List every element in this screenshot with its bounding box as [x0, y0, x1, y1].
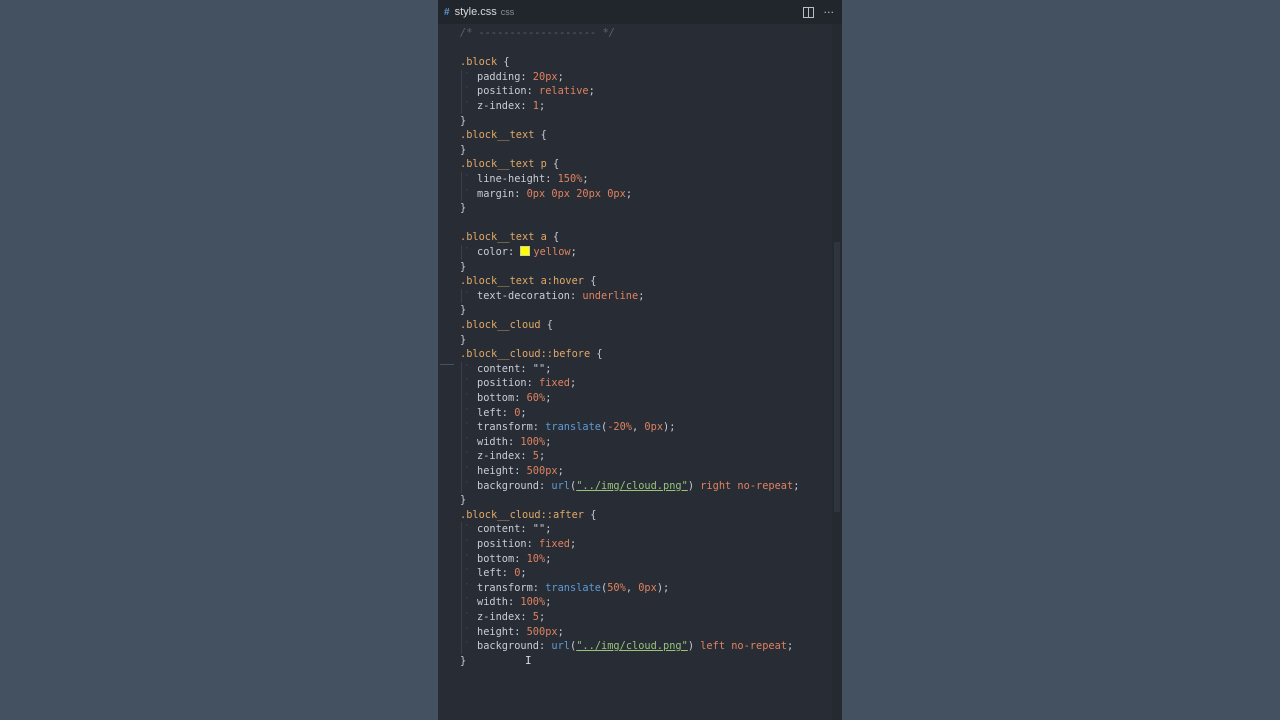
code-editor[interactable]: # style.css css ··· /* -----------------… [438, 0, 842, 720]
code-line: text-decoration: underline; [477, 289, 645, 302]
code-line: margin: 0px 0px 20px 0px; [477, 187, 633, 200]
code-line: } [460, 143, 467, 156]
code-line: z-index: 5; [477, 450, 546, 463]
code-line: } [460, 654, 467, 667]
code-line: position: fixed; [477, 377, 577, 390]
indent-guide [461, 83, 470, 99]
scrollbar-thumb[interactable] [834, 242, 840, 512]
vertical-scrollbar[interactable] [832, 24, 842, 720]
code-line: color: yellow; [477, 246, 577, 258]
indent-guide [461, 98, 470, 114]
indent-guide [461, 536, 470, 552]
indent-guide [461, 186, 470, 202]
indent-guide [461, 638, 470, 654]
indent-guide [461, 419, 470, 435]
code-line: line-height: 150%; [477, 173, 589, 185]
indent-guide [461, 580, 470, 596]
indent-guide [461, 624, 470, 640]
code-line: transform: translate(-20%, 0px); [477, 421, 676, 434]
code-line: height: 500px; [477, 465, 564, 477]
code-line: background: url("../img/cloud.png") righ… [477, 479, 800, 492]
indent-guide [461, 565, 470, 581]
indent-guide [461, 361, 470, 377]
code-line: /* ------------------- */ [460, 27, 615, 39]
indent-guide [461, 405, 470, 421]
code-line: left: 0; [477, 406, 527, 419]
code-line: .block { [460, 56, 510, 69]
indent-guide [461, 288, 470, 304]
code-line: transform: translate(50%, 0px); [477, 581, 670, 594]
code-line: position: fixed; [477, 538, 577, 550]
indent-guide [461, 551, 470, 567]
split-editor-icon[interactable] [802, 6, 814, 18]
code-line: padding: 20px; [477, 70, 564, 83]
code-line: .block__text { [460, 129, 547, 142]
indent-guide [461, 69, 470, 85]
more-actions-icon[interactable]: ··· [824, 6, 835, 19]
code-line: } [460, 494, 467, 507]
indent-guide [461, 478, 470, 494]
code-line: .block__text a { [460, 231, 560, 244]
code-line: bottom: 60%; [477, 392, 552, 404]
color-swatch[interactable] [520, 246, 531, 256]
code-line: } [460, 202, 467, 215]
tab-filename: style.css [454, 6, 497, 18]
code-line: z-index: 5; [477, 611, 546, 623]
text-cursor-icon: I [525, 654, 532, 667]
code-line: content: ""; [477, 523, 552, 536]
code-line: width: 100%; [477, 596, 552, 609]
code-line: background: url("../img/cloud.png") left… [477, 640, 794, 653]
css-file-icon: # [444, 6, 450, 18]
indent-guide [461, 463, 470, 479]
indent-guide [461, 171, 470, 187]
indent-guide [461, 521, 470, 537]
code-line: z-index: 1; [477, 100, 546, 112]
indent-guide [461, 244, 470, 260]
editor-tab-bar: # style.css css ··· [438, 0, 842, 24]
code-line: left: 0; [477, 567, 527, 580]
code-line: position: relative; [477, 85, 595, 98]
code-line: content: ""; [477, 362, 552, 375]
code-line: .block__cloud { [460, 319, 553, 331]
code-line: .block__text p { [460, 158, 560, 171]
code-line: } [460, 114, 467, 127]
code-line: bottom: 10%; [477, 552, 552, 565]
indent-guide [461, 609, 470, 625]
code-line: .block__cloud::before { [460, 348, 603, 361]
indent-guide [461, 434, 470, 450]
code-line: } [460, 260, 467, 273]
code-line: height: 500px; [477, 625, 564, 638]
tab-style-css[interactable]: # style.css css [438, 0, 588, 24]
code-line: .block__cloud::after { [460, 508, 597, 521]
indent-guide [461, 390, 470, 406]
code-line: width: 100%; [477, 435, 552, 448]
indent-guide [461, 594, 470, 610]
tab-language: css [500, 7, 515, 17]
indent-guide [461, 448, 470, 464]
code-line: .block__text a:hover { [460, 275, 597, 288]
code-line: } [460, 333, 467, 346]
code-area[interactable]: /* ------------------- */ .block {padding… [438, 24, 832, 720]
code-line: } [460, 304, 467, 317]
line-highlight-marker [440, 364, 454, 365]
indent-guide [461, 375, 470, 391]
editor-actions: ··· [802, 0, 835, 24]
